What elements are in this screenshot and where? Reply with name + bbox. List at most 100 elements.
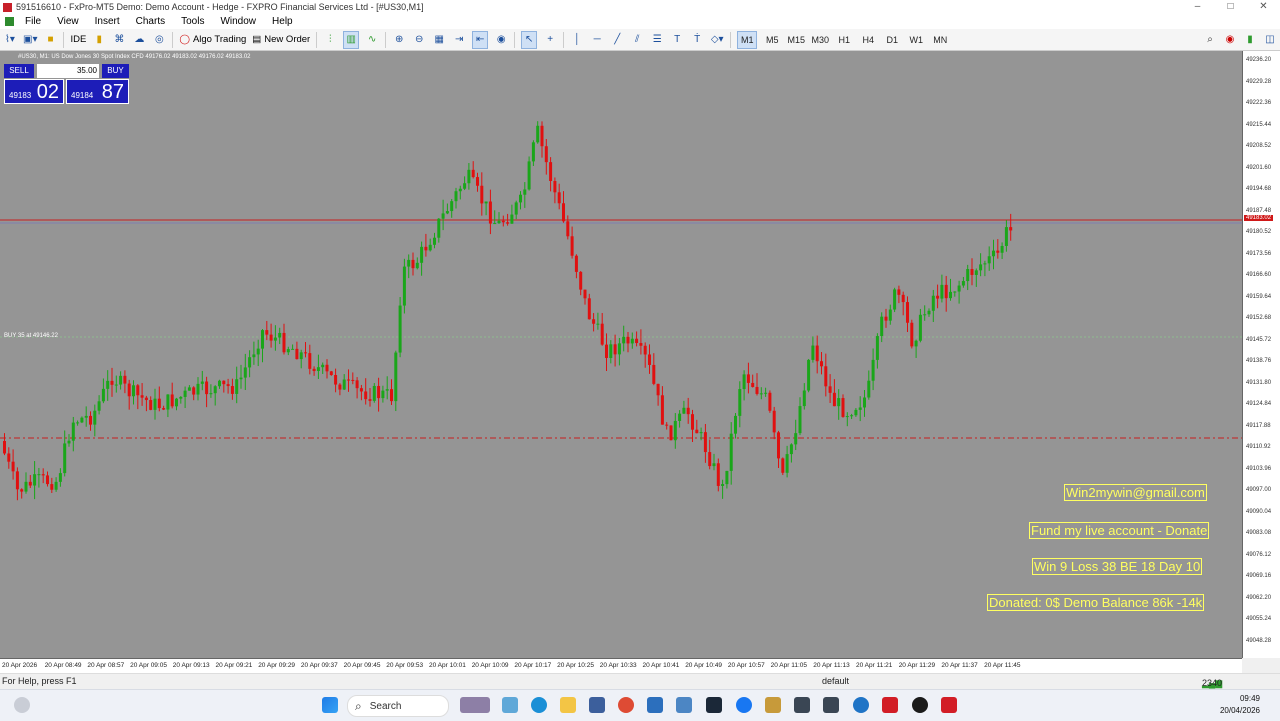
timeframe-m30[interactable]: M30 bbox=[811, 32, 829, 48]
candle-body bbox=[729, 433, 733, 471]
app-icon-6[interactable] bbox=[823, 697, 839, 713]
lock-icon[interactable]: ▮ bbox=[92, 32, 106, 48]
new-order-button[interactable]: ▤ New Order bbox=[252, 32, 310, 48]
menu-file[interactable]: File bbox=[17, 16, 49, 27]
taskbar-search[interactable]: ⌕ Search bbox=[347, 695, 449, 717]
system-clock[interactable]: 09:49 20/04/2026 bbox=[1220, 693, 1260, 717]
volume-input[interactable]: 35.00 bbox=[37, 64, 99, 78]
minimize-button[interactable]: – bbox=[1181, 0, 1214, 14]
menu-view[interactable]: View bbox=[49, 16, 87, 27]
copilot-icon[interactable] bbox=[502, 697, 518, 713]
timeframe-m5[interactable]: M5 bbox=[763, 32, 781, 48]
layout-icon[interactable]: ◫ bbox=[1263, 32, 1277, 48]
chrome-icon[interactable] bbox=[618, 697, 634, 713]
vertical-line-icon[interactable]: │ bbox=[570, 32, 584, 48]
buy-button[interactable]: BUY bbox=[102, 64, 129, 78]
app-icon-8[interactable] bbox=[912, 697, 928, 713]
timeframe-d1[interactable]: D1 bbox=[883, 32, 901, 48]
equidistant-channel-icon[interactable]: ⫽ bbox=[630, 32, 644, 48]
market-watch-icon[interactable]: ■ bbox=[43, 32, 57, 48]
zoom-in-icon[interactable]: ⊕ bbox=[392, 32, 406, 48]
candle-body bbox=[312, 368, 316, 372]
search-icon[interactable]: ⌕ bbox=[1203, 32, 1217, 48]
app-icon-4[interactable] bbox=[765, 697, 781, 713]
price-chart[interactable]: #US30, M1: US Dow Jones 30 Spot Index CF… bbox=[0, 51, 1242, 658]
candlestick-icon[interactable]: ▥ bbox=[343, 30, 360, 49]
ide-button[interactable]: IDE bbox=[70, 32, 86, 48]
globe-icon[interactable]: ◎ bbox=[152, 32, 166, 48]
buy-price[interactable]: 49184 87 bbox=[66, 79, 129, 104]
screenshot-icon[interactable]: ◉ bbox=[494, 32, 508, 48]
text-icon[interactable]: T bbox=[670, 32, 684, 48]
app-icon-7[interactable] bbox=[853, 697, 869, 713]
text-label-icon[interactable]: Ṫ bbox=[690, 32, 704, 48]
timeframe-mn[interactable]: MN bbox=[931, 32, 949, 48]
timeframe-h1[interactable]: H1 bbox=[835, 32, 853, 48]
crosshair-icon[interactable]: + bbox=[543, 32, 557, 48]
sell-price[interactable]: 49183 02 bbox=[4, 79, 64, 104]
profiles-icon[interactable]: ▣▾ bbox=[23, 32, 37, 48]
new-chart-icon[interactable]: ⌇▾ bbox=[3, 32, 17, 48]
app-icon-2[interactable] bbox=[647, 697, 663, 713]
shapes-icon[interactable]: ◇▾ bbox=[710, 32, 724, 48]
start-icon[interactable] bbox=[322, 697, 338, 713]
trendline-icon[interactable]: ╱ bbox=[610, 32, 624, 48]
algo-trading-button[interactable]: ◯ Algo Trading bbox=[179, 32, 246, 48]
candle-body bbox=[437, 218, 441, 238]
vps-icon[interactable]: ☁ bbox=[132, 32, 146, 48]
candle-body bbox=[175, 398, 178, 407]
timeframe-m15[interactable]: M15 bbox=[787, 32, 805, 48]
app-icon-3[interactable] bbox=[676, 697, 692, 713]
chart-shift-icon[interactable]: ⇤ bbox=[472, 30, 489, 49]
menu-charts[interactable]: Charts bbox=[128, 16, 173, 27]
market-icon[interactable]: ▮ bbox=[1243, 32, 1257, 48]
candle-body bbox=[153, 398, 157, 410]
candle-body bbox=[218, 380, 221, 387]
cursor-icon[interactable]: ↖ bbox=[521, 30, 538, 49]
candle-body bbox=[321, 364, 325, 368]
price-tick: 49076.12 bbox=[1246, 551, 1272, 558]
timeframe-m1[interactable]: M1 bbox=[737, 30, 758, 49]
candle-body bbox=[794, 433, 798, 445]
search-highlight-icon[interactable] bbox=[460, 697, 490, 713]
price-axis: 49236.20 49229.28 49222.36 49215.44 49208.52… bbox=[1242, 51, 1280, 658]
facebook-icon[interactable] bbox=[736, 697, 752, 713]
mt5-logo-icon bbox=[5, 17, 14, 26]
candle-body bbox=[497, 220, 501, 224]
zoom-out-icon[interactable]: ⊖ bbox=[412, 32, 426, 48]
maximize-button[interactable]: □ bbox=[1214, 0, 1247, 14]
steam-icon[interactable] bbox=[706, 697, 722, 713]
time-tick: 20 Apr 11:13 bbox=[813, 662, 850, 669]
sell-button[interactable]: SELL bbox=[4, 64, 34, 78]
fxpro-mt5-icon[interactable] bbox=[941, 697, 957, 713]
menu-window[interactable]: Window bbox=[212, 16, 264, 27]
candle-body bbox=[888, 309, 892, 321]
candle-body bbox=[884, 316, 888, 321]
candle-body bbox=[7, 453, 11, 462]
widgets-icon[interactable] bbox=[14, 697, 30, 713]
edge-icon[interactable] bbox=[531, 697, 547, 713]
autoscroll-icon[interactable]: ⇥ bbox=[452, 32, 466, 48]
line-chart-icon[interactable]: ∿ bbox=[365, 32, 379, 48]
notifications-icon[interactable]: ◉ bbox=[1223, 32, 1237, 48]
menu-help[interactable]: Help bbox=[264, 16, 301, 27]
fibonacci-icon[interactable]: ☰ bbox=[650, 32, 664, 48]
candle-body bbox=[433, 237, 436, 245]
grid-icon[interactable]: ▦ bbox=[432, 32, 446, 48]
signals-icon[interactable]: ⌘ bbox=[112, 32, 126, 48]
file-explorer-icon[interactable] bbox=[560, 697, 576, 713]
email-note: Win2mywin@gmail.com bbox=[1064, 484, 1207, 501]
time-tick: 20 Apr 10:01 bbox=[429, 662, 466, 669]
menu-tools[interactable]: Tools bbox=[173, 16, 212, 27]
fxpro-icon[interactable] bbox=[882, 697, 898, 713]
bar-chart-icon[interactable]: ⫶ bbox=[323, 32, 337, 48]
timeframe-h4[interactable]: H4 bbox=[859, 32, 877, 48]
store-icon[interactable] bbox=[589, 697, 605, 713]
close-button[interactable]: ✕ bbox=[1247, 0, 1280, 14]
horizontal-line-icon[interactable]: ─ bbox=[590, 32, 604, 48]
app-icon-5[interactable] bbox=[794, 697, 810, 713]
candle-body bbox=[527, 161, 531, 190]
new-order-label: New Order bbox=[264, 34, 311, 45]
timeframe-w1[interactable]: W1 bbox=[907, 32, 925, 48]
menu-insert[interactable]: Insert bbox=[87, 16, 128, 27]
